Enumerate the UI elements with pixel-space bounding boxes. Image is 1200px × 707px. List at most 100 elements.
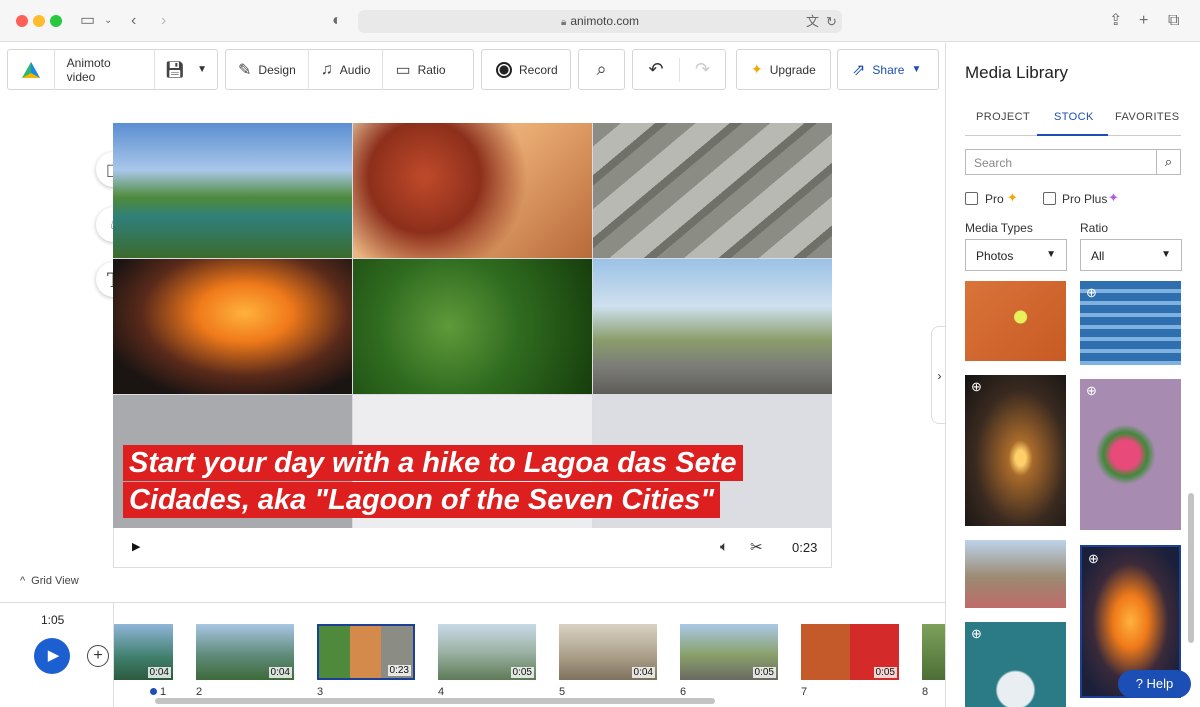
candles-photo[interactable]: ⊕ [965, 375, 1066, 526]
caption-line-2[interactable]: Cidades, aka "Lagoon of the Seven Cities… [123, 482, 721, 518]
tab-stock[interactable]: STOCK [1054, 111, 1094, 123]
lagoon-photo[interactable] [113, 123, 352, 258]
basil-leaves-photo[interactable] [353, 259, 592, 394]
cathedral-photo[interactable] [965, 540, 1066, 608]
tab-project[interactable]: PROJECT [976, 111, 1030, 123]
redo-button[interactable]: ↷ [680, 50, 725, 89]
share-button[interactable]: ⇗ Share ▼ [837, 49, 939, 90]
save-icon: 💾︎ [164, 61, 186, 79]
zoom-icon[interactable]: ⊕ [1088, 551, 1099, 567]
question-icon: ? [1135, 676, 1143, 691]
panel-scrollbar[interactable] [1188, 493, 1194, 643]
zoom-icon[interactable]: ⊕ [971, 626, 982, 642]
current-scene-dot [150, 688, 157, 695]
media-types-value: Photos [976, 249, 1014, 263]
help-button[interactable]: ? Help [1118, 670, 1191, 698]
upgrade-button[interactable]: ✦ Upgrade [736, 49, 831, 90]
sidebar-toggle-icon[interactable]: ▭ [80, 11, 95, 31]
tabs-overview-icon[interactable]: ⧉ [1168, 11, 1179, 31]
play-video-button[interactable]: ▶ [34, 638, 70, 674]
flowers-photo[interactable]: ⊕ [1080, 379, 1181, 530]
url-text: animoto.com [570, 14, 640, 28]
caption-line-1[interactable]: Start your day with a hike to Lagoa das … [123, 445, 743, 481]
plus-icon: + [93, 647, 103, 664]
sparkle-icon: ✦ [1007, 190, 1018, 205]
record-icon [496, 61, 512, 78]
scene-thumbnail[interactable]: 0:05 [438, 624, 536, 680]
close-window-button[interactable] [16, 15, 28, 27]
volume-icon[interactable]: 🔈︎ [720, 538, 728, 555]
autumn-leaves-photo[interactable] [353, 123, 592, 258]
audio-button[interactable]: ♫ Audio [309, 50, 383, 89]
scene-thumbnail[interactable]: 0:05 [801, 624, 899, 680]
back-icon[interactable]: ‹ [131, 11, 136, 31]
timeline-scrollbar[interactable] [155, 698, 715, 704]
scene-thumbnail[interactable]: 0:04 [114, 624, 173, 680]
scene-duration: 0:23 [387, 665, 411, 676]
tennis-photo[interactable] [965, 281, 1066, 361]
play-icon[interactable]: ▶ [132, 540, 140, 553]
scene-number: 7 [801, 686, 808, 698]
zoom-icon[interactable]: ⊕ [1086, 285, 1097, 301]
pro-plus-label: Pro Plus [1062, 192, 1108, 206]
share-icon[interactable]: ⇪ [1109, 11, 1122, 31]
maximize-window-button[interactable] [50, 15, 62, 27]
add-scene-button[interactable]: + [87, 645, 109, 667]
scene-number: 1 [150, 686, 166, 698]
zoom-icon[interactable]: ⊕ [1086, 383, 1097, 399]
scene-duration: 0:05 [510, 667, 534, 678]
media-types-select[interactable]: Photos ▼ [965, 239, 1067, 271]
edit-group: ✎ Design ♫ Audio ▭ Ratio [225, 49, 474, 90]
ratio-label: Ratio [417, 62, 446, 77]
forward-icon[interactable]: › [161, 11, 166, 31]
scene-duration: 0:05 [752, 667, 776, 678]
scissors-icon[interactable]: ✂ [750, 538, 763, 556]
stadium-seats-photo[interactable]: ⊕ [1080, 281, 1181, 365]
shield-icon[interactable]: ◐ [332, 11, 342, 31]
pro-plus-checkbox[interactable] [1043, 192, 1056, 205]
scene-thumbnail[interactable]: 0:04 [559, 624, 657, 680]
scene-thumbnail[interactable]: 0:04 [196, 624, 294, 680]
zoom-icon[interactable]: ⊕ [971, 379, 982, 395]
tab-favorites[interactable]: FAVORITES [1115, 111, 1180, 123]
scene-thumbnail[interactable] [922, 624, 945, 680]
pro-label: Pro [985, 192, 1004, 206]
preview-button[interactable]: ⌕ [578, 49, 625, 90]
record-button[interactable]: Record [481, 49, 571, 90]
lava-flow-photo[interactable] [113, 259, 352, 394]
translate-icon[interactable]: 文 [806, 12, 819, 32]
grid-view-toggle[interactable]: ^ Grid View [20, 575, 85, 587]
project-name[interactable]: Animoto video [55, 50, 154, 89]
redo-icon: ↷ [694, 59, 711, 79]
teal-object-photo[interactable]: ⊕ [965, 622, 1066, 707]
ratio-select[interactable]: All ▼ [1080, 239, 1182, 271]
minimize-window-button[interactable] [33, 15, 45, 27]
scene-duration: 0:23 [792, 540, 818, 555]
scene-thumbnail[interactable]: 0:05 [680, 624, 778, 680]
address-bar[interactable]: 🔒︎ animoto.com [358, 10, 842, 33]
pencil-icon: ✎ [238, 61, 252, 79]
ratio-value: All [1091, 249, 1105, 263]
street-photo[interactable] [593, 259, 832, 394]
highway-aerial-photo[interactable] [593, 123, 832, 258]
reload-icon[interactable]: ↻ [826, 12, 837, 32]
new-tab-icon[interactable]: + [1139, 11, 1148, 31]
scene-number: 2 [196, 686, 203, 698]
scene-duration: 0:04 [147, 667, 171, 678]
media-types-label: Media Types [965, 221, 1033, 235]
design-button[interactable]: ✎ Design [226, 50, 308, 89]
search-input[interactable]: Search ⌕ [965, 149, 1181, 175]
save-menu-button[interactable]: 💾︎ ▼ [155, 50, 217, 89]
scene-duration: 0:05 [873, 667, 897, 678]
chevron-down-icon[interactable]: ⌄ [104, 11, 112, 31]
video-preview-canvas[interactable]: Start your day with a hike to Lagoa das … [113, 123, 832, 528]
pro-checkbox[interactable] [965, 192, 978, 205]
ratio-button[interactable]: ▭ Ratio [383, 50, 457, 89]
animoto-logo[interactable] [8, 50, 54, 89]
search-icon[interactable]: ⌕ [1156, 150, 1180, 174]
scene-thumbnail-selected[interactable]: 0:23 [317, 624, 415, 680]
chevron-up-icon: ^ [20, 575, 26, 587]
undo-button[interactable]: ↶ [633, 50, 679, 89]
scene-number: 8 [922, 686, 929, 698]
export-icon: ⇗ [852, 61, 866, 79]
